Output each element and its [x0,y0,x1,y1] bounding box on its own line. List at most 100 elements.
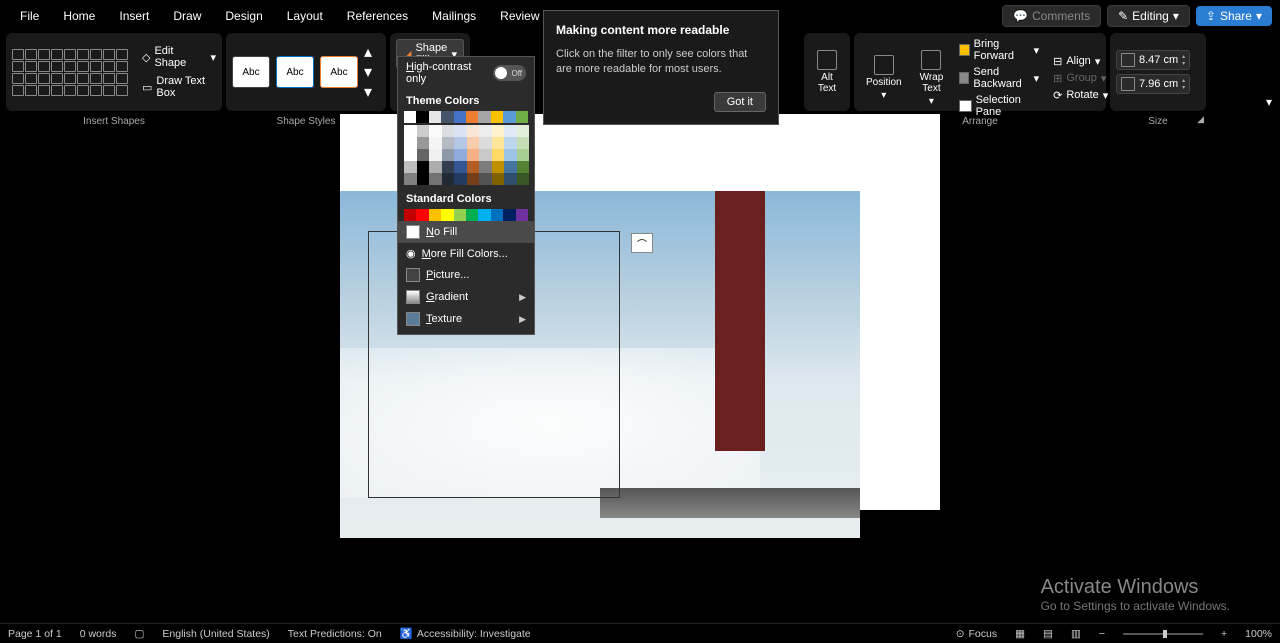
editing-mode-button[interactable]: ✎ Editing ▾ [1107,5,1190,27]
color-swatch[interactable] [517,125,530,137]
draw-text-box-button[interactable]: ▭Draw Text Box [142,75,216,99]
color-swatch[interactable] [478,209,490,221]
zoom-out-button[interactable]: − [1099,628,1105,640]
bring-forward-button[interactable]: Bring Forward▾ [955,37,1043,63]
tab-insert[interactable]: Insert [107,3,161,29]
zoom-in-button[interactable]: + [1221,628,1227,640]
edit-shape-button[interactable]: ◇Edit Shape▾ [142,45,216,69]
style-swatch-1[interactable]: Abc [232,56,270,88]
got-it-button[interactable]: Got it [714,92,766,112]
status-accessibility[interactable]: ♿Accessibility: Investigate [400,627,531,640]
color-swatch[interactable] [417,125,430,137]
color-swatch[interactable] [492,125,505,137]
picture-fill-item[interactable]: Picture... [398,264,534,286]
color-swatch[interactable] [491,209,503,221]
position-button[interactable]: Position▾ [860,55,908,101]
color-swatch[interactable] [404,125,417,137]
send-backward-button[interactable]: Send Backward▾ [955,65,1043,91]
status-page[interactable]: Page 1 of 1 [8,628,62,640]
style-swatch-3[interactable]: Abc [320,56,358,88]
status-spell-icon[interactable]: ▢ [134,628,144,640]
color-swatch[interactable] [442,161,455,173]
color-swatch[interactable] [416,209,428,221]
color-swatch[interactable] [504,149,517,161]
status-predictions[interactable]: Text Predictions: On [288,628,382,640]
tab-layout[interactable]: Layout [275,3,335,29]
layout-options-button[interactable]: ⌒ [631,233,653,253]
share-button[interactable]: ⇪ Share ▾ [1196,6,1272,26]
color-swatch[interactable] [467,173,480,185]
color-swatch[interactable] [517,149,530,161]
style-swatch-2[interactable]: Abc [276,56,314,88]
color-swatch[interactable] [454,161,467,173]
color-swatch[interactable] [454,137,467,149]
status-focus[interactable]: ⊙Focus [956,628,997,640]
color-swatch[interactable] [404,209,416,221]
shape-height-input[interactable]: 8.47 cm ▴▾ [1116,50,1190,70]
high-contrast-toggle[interactable]: Off [493,65,526,81]
color-swatch[interactable] [442,125,455,137]
color-swatch[interactable] [454,125,467,137]
shape-style-gallery[interactable]: Abc Abc Abc [232,56,358,88]
color-swatch[interactable] [429,149,442,161]
color-swatch[interactable] [503,111,515,123]
color-swatch[interactable] [492,149,505,161]
color-swatch[interactable] [504,137,517,149]
color-swatch[interactable] [429,161,442,173]
color-swatch[interactable] [467,161,480,173]
color-swatch[interactable] [504,125,517,137]
color-swatch[interactable] [492,137,505,149]
tab-draw[interactable]: Draw [161,3,213,29]
color-swatch[interactable] [429,173,442,185]
align-button[interactable]: ⊟Align▾ [1049,54,1112,69]
color-swatch[interactable] [429,111,441,123]
color-swatch[interactable] [454,173,467,185]
zoom-slider[interactable] [1123,633,1203,635]
color-swatch[interactable] [517,137,530,149]
tab-design[interactable]: Design [213,3,274,29]
color-swatch[interactable] [442,173,455,185]
color-swatch[interactable] [417,173,430,185]
document-canvas[interactable]: ⌒ [0,114,1280,623]
color-swatch[interactable] [516,209,528,221]
color-swatch[interactable] [454,149,467,161]
color-swatch[interactable] [441,209,453,221]
color-swatch[interactable] [442,149,455,161]
no-fill-item[interactable]: No Fill [398,221,534,243]
view-read-mode[interactable]: ▦ [1015,628,1025,640]
view-print-layout[interactable]: ▤ [1043,628,1053,640]
color-swatch[interactable] [517,173,530,185]
status-words[interactable]: 0 words [80,628,117,640]
alt-text-button[interactable]: Alt Text [810,50,844,94]
color-swatch[interactable] [454,111,466,123]
color-swatch[interactable] [416,111,428,123]
comments-button[interactable]: 💬 Comments [1002,5,1101,27]
shape-width-input[interactable]: 7.96 cm ▴▾ [1116,74,1190,94]
color-swatch[interactable] [479,125,492,137]
style-gallery-more[interactable]: ▴▾▾ [364,42,378,102]
color-swatch[interactable] [491,111,503,123]
color-swatch[interactable] [429,137,442,149]
view-web-layout[interactable]: ▥ [1071,628,1081,640]
rotate-button[interactable]: ⟳Rotate▾ [1049,88,1112,103]
height-spinner[interactable]: ▴▾ [1182,53,1185,67]
shapes-gallery[interactable] [12,49,128,96]
color-swatch[interactable] [404,149,417,161]
color-swatch[interactable] [479,137,492,149]
color-swatch[interactable] [504,161,517,173]
texture-fill-item[interactable]: Texture▶ [398,308,534,330]
color-swatch[interactable] [442,137,455,149]
zoom-level[interactable]: 100% [1245,628,1272,640]
color-swatch[interactable] [417,149,430,161]
color-swatch[interactable] [404,111,416,123]
tab-file[interactable]: File [8,3,51,29]
color-swatch[interactable] [492,173,505,185]
color-swatch[interactable] [503,209,515,221]
color-swatch[interactable] [466,111,478,123]
color-swatch[interactable] [454,209,466,221]
color-swatch[interactable] [404,161,417,173]
status-language[interactable]: English (United States) [162,628,269,640]
color-swatch[interactable] [429,125,442,137]
color-swatch[interactable] [404,137,417,149]
color-swatch[interactable] [441,111,453,123]
